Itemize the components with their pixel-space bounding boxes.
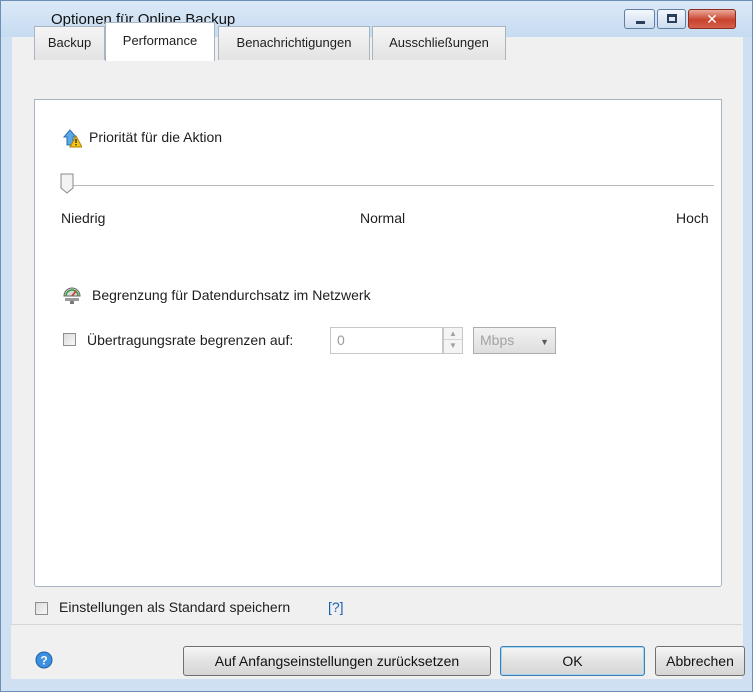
tab-performance[interactable]: Performance [105, 22, 215, 61]
rate-limit-stepper[interactable]: ▲ ▼ [443, 327, 463, 354]
chevron-down-icon: ▼ [540, 337, 549, 347]
maximize-button[interactable] [657, 9, 686, 29]
help-link[interactable]: [?] [328, 599, 344, 615]
tab-benachrichtigungen[interactable]: Benachrichtigungen [218, 26, 370, 60]
priority-heading: Priorität für die Aktion [89, 129, 223, 145]
reset-defaults-button[interactable]: Auf Anfangseinstellungen zurücksetzen [183, 646, 491, 676]
priority-warning-icon [62, 129, 82, 148]
help-icon[interactable]: ? [35, 651, 53, 669]
close-icon: ✕ [706, 11, 718, 27]
limit-rate-checkbox[interactable] [63, 333, 76, 346]
tab-ausschliessungen[interactable]: Ausschließungen [372, 26, 506, 60]
network-throughput-icon [63, 287, 81, 304]
maximize-icon [667, 14, 677, 23]
network-heading: Begrenzung für Datendurchsatz im Netzwer… [92, 287, 371, 303]
minimize-icon [636, 21, 645, 24]
save-as-default-checkbox[interactable] [35, 602, 48, 615]
stepper-up-icon[interactable]: ▲ [444, 328, 462, 340]
svg-text:?: ? [40, 654, 47, 668]
stepper-down-icon[interactable]: ▼ [444, 340, 462, 352]
close-button[interactable]: ✕ [688, 9, 736, 29]
rate-limit-input[interactable]: 0 [330, 327, 443, 354]
limit-rate-label: Übertragungsrate begrenzen auf: [87, 332, 294, 348]
priority-slider-thumb[interactable] [60, 173, 74, 194]
cancel-button[interactable]: Abbrechen [655, 646, 745, 676]
minimize-button[interactable] [624, 9, 655, 29]
ok-button[interactable]: OK [500, 646, 645, 676]
unit-select-value: Mbps [480, 332, 515, 348]
unit-select[interactable]: Mbps ▼ [473, 327, 556, 354]
priority-level-normal: Normal [360, 210, 406, 226]
priority-slider-track[interactable] [64, 185, 714, 186]
priority-level-high: Hoch [676, 210, 709, 226]
save-as-default-label: Einstellungen als Standard speichern [59, 599, 291, 615]
priority-level-low: Niedrig [61, 210, 106, 226]
tab-backup[interactable]: Backup [34, 26, 105, 60]
